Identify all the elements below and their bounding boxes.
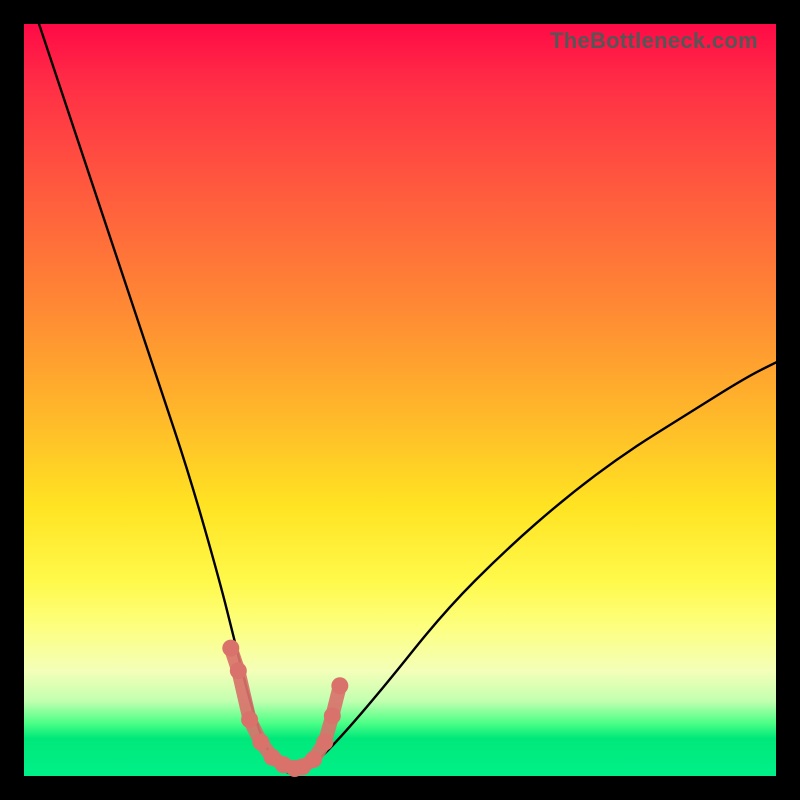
chart-frame: TheBottleneck.com — [0, 0, 800, 800]
trough-dot — [305, 751, 322, 768]
chart-svg — [24, 24, 776, 776]
trough-dot — [252, 734, 269, 751]
trough-dot — [241, 711, 258, 728]
bottleneck-curve — [39, 24, 776, 774]
trough-dot — [331, 677, 348, 694]
trough-dot — [230, 662, 247, 679]
trough-dot — [324, 707, 341, 724]
trough-dot — [316, 734, 333, 751]
trough-markers — [222, 640, 348, 777]
trough-dot — [222, 640, 239, 657]
chart-plot-area: TheBottleneck.com — [24, 24, 776, 776]
